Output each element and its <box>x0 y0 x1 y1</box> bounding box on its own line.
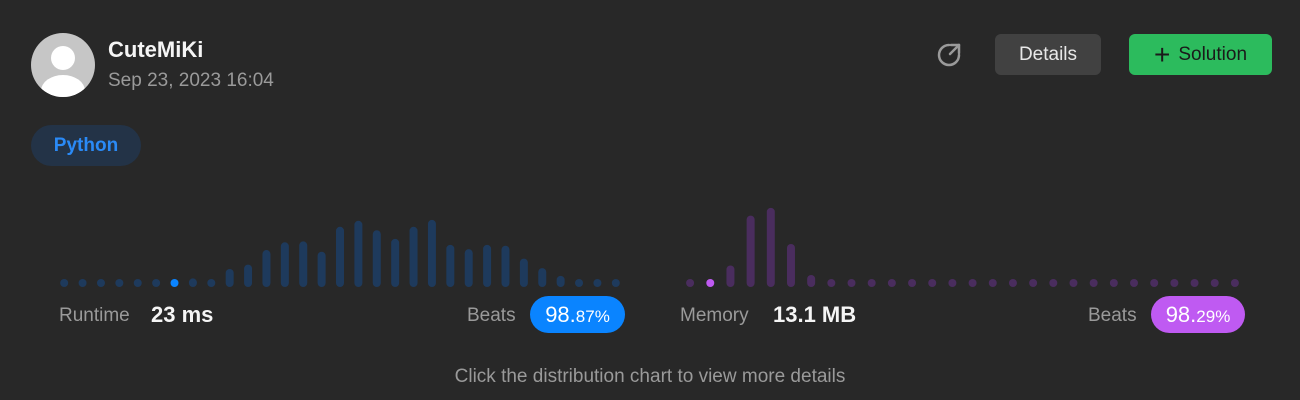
runtime-bar-4[interactable] <box>133 279 142 287</box>
memory-value: 13.1 MB <box>773 302 857 327</box>
runtime-bar-20[interactable] <box>427 219 436 287</box>
add-solution-button[interactable]: + Solution <box>1129 34 1272 75</box>
runtime-beats-label: Beats <box>467 305 516 326</box>
runtime-beats-integer: 98. <box>545 302 576 327</box>
runtime-bar-15[interactable] <box>336 226 344 287</box>
memory-bar-3[interactable] <box>746 215 755 287</box>
runtime-bar-11[interactable] <box>262 250 271 287</box>
runtime-bar-23[interactable] <box>483 244 492 287</box>
solution-button-label: Solution <box>1178 43 1248 65</box>
memory-beats-integer: 98. <box>1165 302 1197 327</box>
runtime-bar-2[interactable] <box>96 279 105 287</box>
runtime-bar-28[interactable] <box>575 279 584 287</box>
memory-bar-17[interactable] <box>1029 279 1038 287</box>
username[interactable]: CuteMiKi <box>108 37 203 63</box>
memory-label: Memory <box>680 305 749 326</box>
runtime-bar-21[interactable] <box>446 244 455 287</box>
runtime-bar-27[interactable] <box>556 275 565 287</box>
chart-hint: Click the distribution chart to view mor… <box>454 366 846 387</box>
memory-bar-11[interactable] <box>908 279 917 287</box>
memory-bar-2[interactable] <box>726 265 735 288</box>
memory-beats-label: Beats <box>1088 305 1137 326</box>
memory-bar-8[interactable] <box>847 279 856 287</box>
avatar[interactable] <box>31 33 95 97</box>
memory-bar-12[interactable] <box>928 279 937 287</box>
memory-bar-15[interactable] <box>988 279 997 287</box>
memory-bar-9[interactable] <box>867 279 876 287</box>
runtime-bar-30[interactable] <box>611 279 620 287</box>
runtime-bar-1[interactable] <box>78 279 87 287</box>
runtime-bar-29[interactable] <box>593 279 602 287</box>
runtime-bar-3[interactable] <box>115 279 124 287</box>
memory-beats-decimal: 29% <box>1196 307 1231 326</box>
runtime-bar-13[interactable] <box>299 241 308 287</box>
details-button-label: Details <box>1018 43 1078 65</box>
memory-bar-22[interactable] <box>1130 279 1139 287</box>
runtime-bar-12[interactable] <box>280 242 289 287</box>
memory-bar-4[interactable] <box>766 207 775 287</box>
memory-bar-21[interactable] <box>1109 279 1118 287</box>
memory-bar-16[interactable] <box>1008 279 1017 287</box>
memory-bar-23[interactable] <box>1150 279 1159 287</box>
runtime-bar-16[interactable] <box>354 220 363 287</box>
runtime-bar-14[interactable] <box>317 251 326 287</box>
memory-bar-18[interactable] <box>1049 279 1058 287</box>
memory-bar-1[interactable] <box>706 279 715 287</box>
memory-bar-0[interactable] <box>686 279 695 287</box>
memory-bar-20[interactable] <box>1089 279 1098 287</box>
memory-distribution-chart[interactable] <box>680 195 1245 287</box>
runtime-value: 23 ms <box>151 302 214 327</box>
runtime-bar-24[interactable] <box>501 245 510 287</box>
runtime-distribution-chart[interactable] <box>55 195 625 287</box>
memory-bar-24[interactable] <box>1170 279 1179 287</box>
runtime-beats-badge: 98. 87% <box>530 296 625 333</box>
submission-date: Sep 23, 2023 16:04 <box>108 70 274 91</box>
memory-beats-badge: 98. 29% <box>1151 296 1245 333</box>
details-button[interactable]: Details <box>995 34 1101 75</box>
runtime-label: Runtime <box>59 305 130 326</box>
runtime-bar-6[interactable] <box>170 279 179 287</box>
runtime-bar-10[interactable] <box>244 264 253 287</box>
memory-bar-13[interactable] <box>948 279 957 287</box>
runtime-bar-0[interactable] <box>60 279 69 287</box>
memory-bar-6[interactable] <box>807 274 816 287</box>
runtime-bar-18[interactable] <box>391 238 400 287</box>
runtime-bar-8[interactable] <box>207 279 216 287</box>
runtime-bar-25[interactable] <box>519 258 528 287</box>
memory-bar-10[interactable] <box>887 279 896 287</box>
runtime-beats-decimal: 87% <box>575 307 610 326</box>
user-avatar-icon <box>41 46 85 97</box>
memory-bar-5[interactable] <box>786 244 795 287</box>
runtime-bar-17[interactable] <box>372 230 381 287</box>
memory-bar-14[interactable] <box>968 279 977 287</box>
memory-bar-7[interactable] <box>827 279 836 287</box>
memory-bar-25[interactable] <box>1190 279 1199 287</box>
plus-icon: + <box>1153 38 1171 70</box>
runtime-bar-22[interactable] <box>464 249 473 287</box>
memory-bar-26[interactable] <box>1210 279 1219 287</box>
runtime-bar-19[interactable] <box>409 226 418 287</box>
runtime-bar-9[interactable] <box>225 268 234 287</box>
share-icon[interactable] <box>935 41 963 69</box>
memory-bar-19[interactable] <box>1069 279 1078 287</box>
runtime-bar-26[interactable] <box>538 268 547 287</box>
language-badge: Python <box>31 125 141 166</box>
runtime-bar-5[interactable] <box>152 279 161 287</box>
runtime-bar-7[interactable] <box>188 278 197 287</box>
memory-bar-27[interactable] <box>1230 279 1239 287</box>
